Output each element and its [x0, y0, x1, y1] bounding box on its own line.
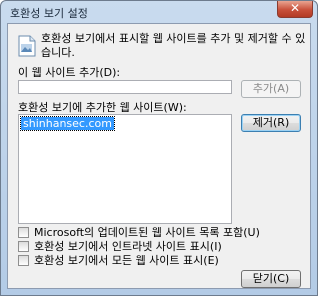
option-label: 호환성 보기에서 인트라넷 사이트 표시(I) [34, 240, 222, 253]
checkbox[interactable] [18, 241, 29, 252]
title-bar[interactable]: 호환성 보기 설정 ✕ [1, 1, 317, 23]
checkbox[interactable] [18, 227, 29, 238]
list-item[interactable]: shinhansec.com [20, 116, 115, 131]
site-list-label: 호환성 보기에 추가한 웹 사이트(W): [18, 101, 187, 114]
document-info-icon [18, 35, 36, 57]
remove-button[interactable]: 제거(R) [241, 114, 301, 132]
option-label: Microsoft의 업데이트된 웹 사이트 목록 포함(U) [34, 226, 260, 239]
compatibility-view-dialog: 호환성 보기 설정 ✕ 호환성 보기에서 표시할 웹 사이트를 추가 및 제거할… [0, 0, 318, 296]
add-button[interactable]: 추가(A) [241, 80, 301, 98]
site-list[interactable]: shinhansec.com [18, 114, 232, 224]
add-site-input[interactable] [18, 80, 232, 94]
close-icon: ✕ [289, 1, 301, 15]
intro-text: 호환성 보기에서 표시할 웹 사이트를 추가 및 제거할 수 있습니다. [41, 32, 306, 59]
close-button[interactable]: 닫기(C) [241, 270, 301, 288]
dialog-client-area: 호환성 보기에서 표시할 웹 사이트를 추가 및 제거할 수 있습니다. 이 웹… [7, 23, 311, 289]
window-title: 호환성 보기 설정 [10, 7, 88, 20]
checkbox[interactable] [18, 255, 29, 266]
add-site-label: 이 웹 사이트 추가(D): [18, 66, 121, 79]
option-label: 호환성 보기에서 모든 웹 사이트 표시(E) [34, 254, 219, 267]
window-close-button[interactable]: ✕ [277, 1, 313, 18]
